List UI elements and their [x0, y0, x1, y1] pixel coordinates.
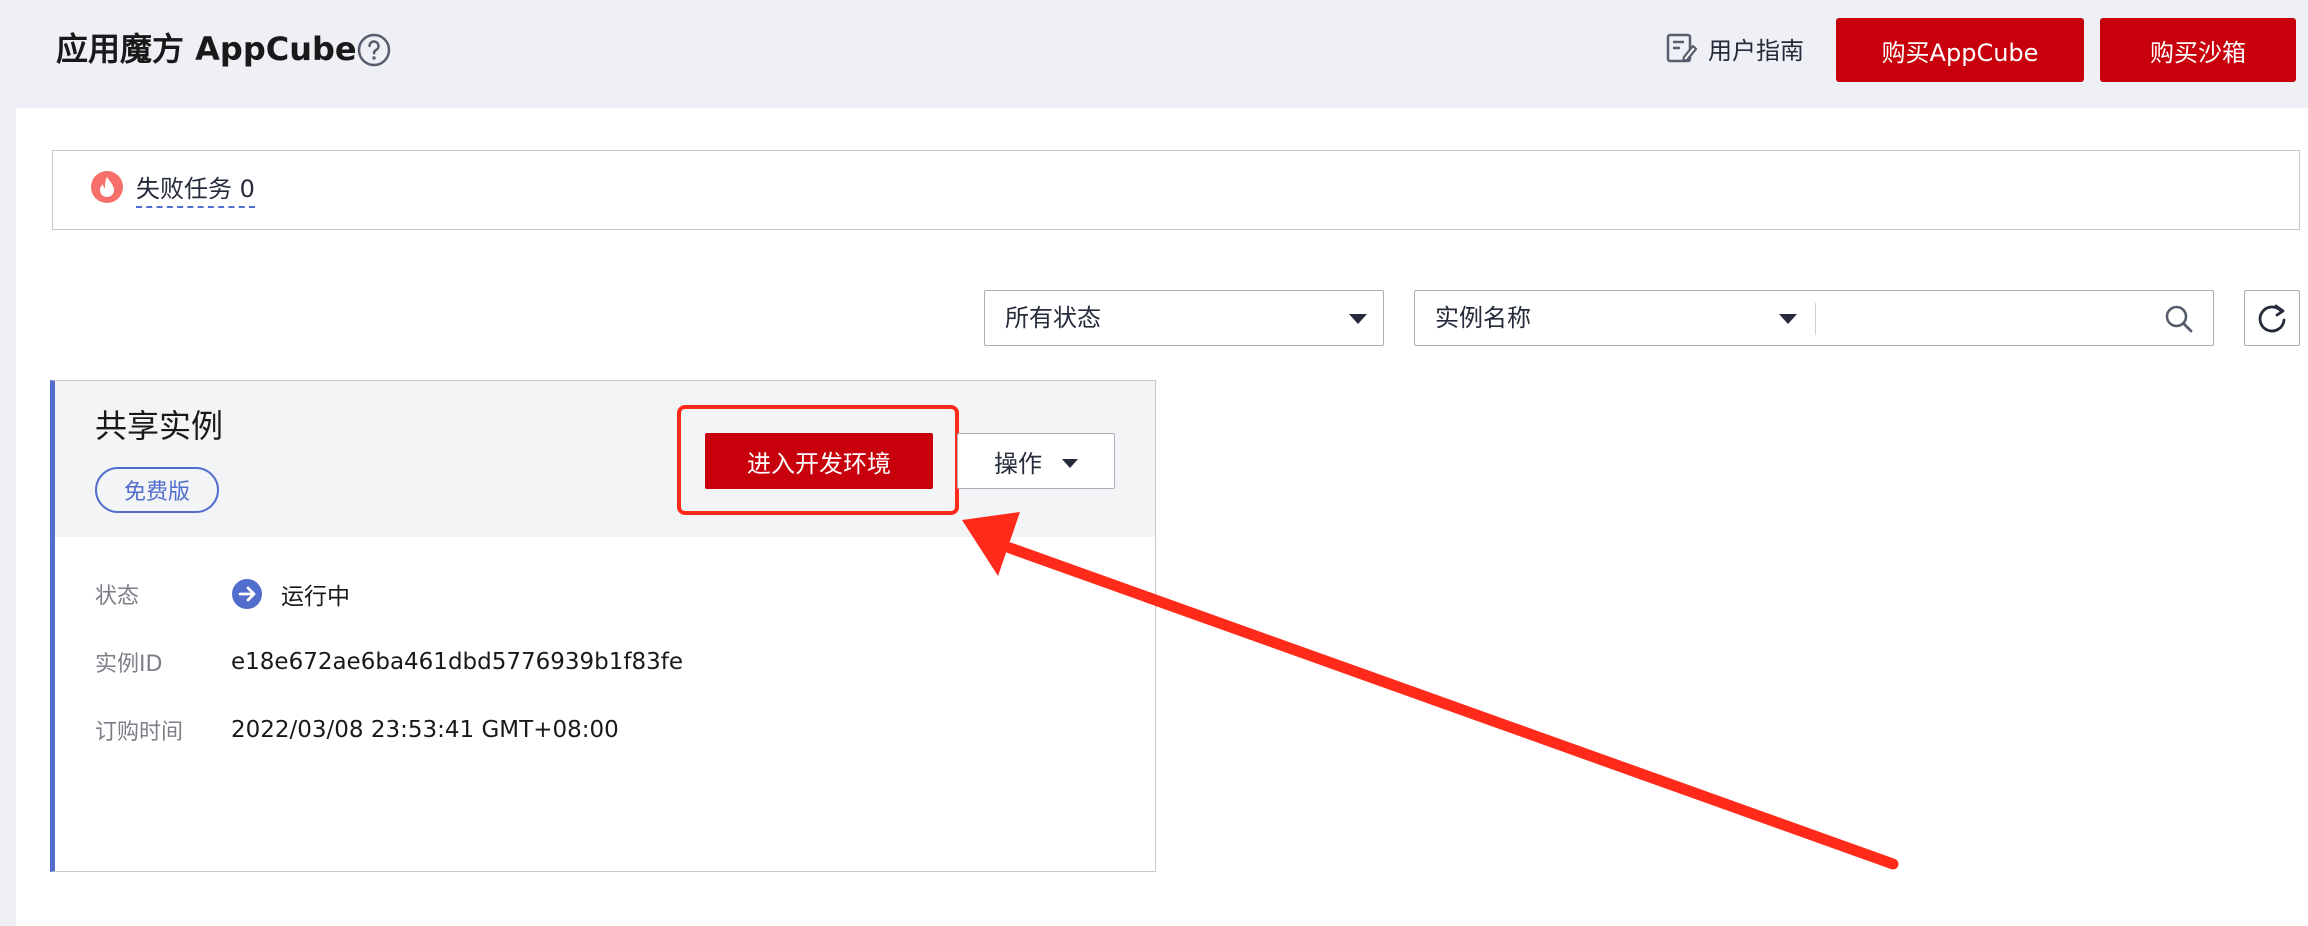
instance-card-header: 共享实例 免费版 进入开发环境 操作: [55, 381, 1155, 537]
search-field-select[interactable]: 实例名称: [1435, 303, 1531, 333]
instance-card: 共享实例 免费版 进入开发环境 操作 状态 运行中 实例ID e18e672ae…: [50, 380, 1156, 872]
operations-label: 操作: [994, 449, 1042, 478]
user-guide-link[interactable]: 用户指南: [1664, 28, 1804, 68]
search-divider: [1815, 303, 1816, 335]
status-value: 运行中: [281, 584, 350, 610]
refresh-icon: [2258, 304, 2286, 333]
caret-down-icon: [1062, 458, 1078, 468]
failed-task-icon: [91, 171, 123, 203]
instance-id-label: 实例ID: [95, 652, 163, 677]
instance-search-group: 实例名称: [1414, 290, 2214, 346]
instance-id-value: e18e672ae6ba461dbd5776939b1f83fe: [231, 649, 684, 675]
order-time-label: 订购时间: [95, 720, 184, 745]
edition-tag: 免费版: [95, 467, 219, 513]
search-input[interactable]: [1821, 295, 2151, 341]
operations-dropdown-button[interactable]: 操作: [957, 433, 1115, 489]
buy-appcube-button[interactable]: 购买AppCube: [1836, 18, 2084, 82]
page-title: 应用魔方 AppCube: [56, 30, 357, 68]
failed-tasks-link[interactable]: 失败任务 0: [136, 174, 255, 208]
top-header: 应用魔方 AppCube 用户指南 购买AppCube 购买沙箱: [0, 0, 2308, 108]
status-filter-value: 所有状态: [1005, 304, 1101, 332]
search-icon[interactable]: [2163, 303, 2195, 335]
caret-down-icon: [1349, 314, 1367, 324]
status-label: 状态: [95, 584, 140, 609]
annotation-highlight-box: [677, 405, 959, 515]
task-summary-bar: [52, 150, 2300, 230]
status-filter-select[interactable]: 所有状态: [984, 290, 1384, 346]
buy-sandbox-button[interactable]: 购买沙箱: [2100, 18, 2296, 82]
running-arrow-icon: [232, 579, 262, 609]
caret-down-icon[interactable]: [1779, 314, 1797, 324]
refresh-button[interactable]: [2244, 290, 2300, 346]
help-icon[interactable]: [356, 32, 392, 68]
user-guide-label: 用户指南: [1708, 36, 1804, 65]
instance-title: 共享实例: [95, 407, 224, 445]
guide-document-icon: [1666, 33, 1698, 63]
status-value-group: 运行中: [231, 577, 350, 611]
order-time-value: 2022/03/08 23:53:41 GMT+08:00: [231, 717, 619, 743]
